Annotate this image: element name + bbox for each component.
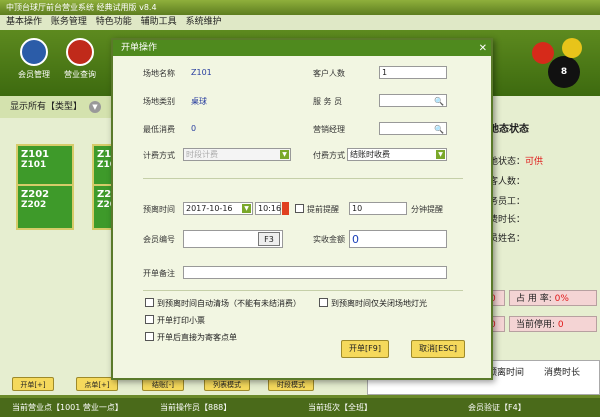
waiter-input[interactable]: 🔍 [379, 94, 447, 107]
menu-bar: 基本操作 账务管理 特色功能 辅助工具 系统维护 [0, 15, 600, 30]
print-ticket-checkbox[interactable] [145, 315, 154, 324]
right-panel: 地态状态 地状态：可供 客人数： 务员工： 费时长： 员姓名： 0 占 用 率:… [489, 96, 600, 373]
guests-input[interactable]: 1 [379, 66, 447, 79]
guests-row: 客人数： [489, 177, 526, 187]
min-spend-label: 最低消费 [143, 125, 175, 134]
status-shift: 当前班次【全班】 [308, 403, 372, 412]
member-row: 员姓名： [489, 234, 526, 244]
member-management-label: 会员管理 [18, 70, 50, 79]
auto-clear-label: 到预离时间自动清场（不能有未结消费） [157, 299, 301, 308]
waiter-row: 务员工： [489, 197, 526, 207]
manager-input[interactable]: 🔍 [379, 122, 447, 135]
business-query-label: 营业查询 [64, 70, 96, 79]
payment-select[interactable]: 结账时收费 ▼ [347, 148, 447, 161]
table-tile[interactable]: Z202 Z202 [16, 184, 74, 230]
status-operator: 当前操作员【888】 [160, 403, 232, 412]
status-title: 地态状态 [489, 124, 529, 135]
status-bar: 当前营业点【1001 营业一点】 当前操作员【888】 当前班次【全班】 会员验… [0, 398, 600, 417]
remind-minutes-input[interactable]: 10 [349, 202, 407, 215]
waiter-label: 服 务 员 [313, 97, 343, 106]
venue-name-label: 场地名称 [143, 69, 175, 78]
left-panel: 显示所有【类型】 ▼ Z101 Z101 Z102 Z10 Z202 Z202 … [0, 96, 125, 373]
grid-header-leave-time[interactable]: 预离时间 [488, 365, 524, 378]
close-icon[interactable]: ✕ [479, 41, 487, 57]
leave-date-picker[interactable]: 2017-10-16 ▼ [183, 202, 253, 215]
min-spend-value: 0 [191, 124, 197, 133]
status-business-point: 当前营业点【1001 营业一点】 [12, 403, 123, 412]
duration-row: 费时长： [489, 215, 526, 225]
guests-label: 客户人数 [313, 69, 345, 78]
open-table-dialog: 开单操作 ✕ 场地名称 Z101 客户人数 1 场地类别 桌球 服 务 员 🔍 … [111, 38, 493, 380]
billiard-balls-logo: 8 [526, 36, 588, 90]
billing-label: 计费方式 [143, 151, 175, 160]
menu-accounts[interactable]: 账务管理 [51, 17, 87, 27]
search-icon[interactable]: 🔍 [434, 124, 444, 136]
type-filter[interactable]: 显示所有【类型】 ▼ [0, 96, 116, 118]
window-title: 中顶台球厅前台营业系统 经典试用版 v8.4 [0, 0, 600, 15]
time-spinner[interactable] [282, 202, 289, 215]
order-after-checkbox[interactable] [145, 332, 154, 341]
query-icon [66, 38, 94, 66]
print-ticket-label: 开单打印小票 [157, 316, 205, 325]
table-name: Z101 [21, 160, 47, 170]
member-icon [20, 38, 48, 66]
grid-header-duration[interactable]: 消费时长 [544, 365, 580, 378]
note-input[interactable] [183, 266, 447, 279]
table-code: Z202 [21, 189, 50, 200]
leave-time-input[interactable]: 10:16 [255, 202, 281, 215]
menu-features[interactable]: 特色功能 [96, 17, 132, 27]
currently-disabled: 当前停用: 0 [509, 316, 597, 332]
chevron-down-icon: ▼ [436, 150, 445, 159]
member-key-hint: F3 [258, 232, 280, 246]
status-value: 可供 [525, 157, 544, 167]
open-table-button[interactable]: 开单[+] [12, 377, 54, 391]
remind-checkbox[interactable] [295, 204, 304, 213]
manager-label: 营销经理 [313, 125, 345, 134]
table-name: Z202 [21, 200, 47, 210]
lights-off-label: 到预离时间仅关闭场地灯光 [331, 299, 427, 308]
dialog-title-bar: 开单操作 ✕ [113, 40, 491, 56]
venue-name-value: Z101 [191, 68, 212, 77]
table-code: Z101 [21, 149, 50, 160]
status-row: 地状态：可供 [489, 157, 544, 167]
payment-label: 付费方式 [313, 151, 345, 160]
chevron-down-icon[interactable]: ▼ [88, 101, 101, 113]
member-id-input[interactable]: F3 [183, 230, 283, 248]
venue-type-label: 场地类别 [143, 97, 175, 106]
status-member-verify: 会员验证【F4】 [468, 403, 526, 412]
divider [143, 178, 463, 179]
divider [143, 290, 463, 291]
menu-maintenance[interactable]: 系统维护 [186, 17, 222, 27]
member-management-button[interactable]: 会员管理 [12, 38, 56, 80]
menu-tools[interactable]: 辅助工具 [141, 17, 177, 27]
auto-clear-checkbox[interactable] [145, 298, 154, 307]
type-filter-label: 显示所有【类型】 [10, 102, 83, 112]
dialog-title: 开单操作 [121, 43, 158, 53]
order-after-label: 开单后直接为寄客点单 [157, 333, 237, 342]
menu-basic[interactable]: 基本操作 [6, 17, 42, 27]
amount-received-label: 实收金额 [313, 235, 345, 244]
remind-unit-label: 分钟提醒 [411, 205, 443, 214]
cancel-button[interactable]: 取消[ESC] [411, 340, 465, 358]
amount-received-input[interactable]: 0 [349, 230, 447, 248]
lights-off-checkbox[interactable] [319, 298, 328, 307]
business-query-button[interactable]: 营业查询 [58, 38, 102, 80]
chevron-down-icon: ▼ [242, 204, 251, 213]
remind-label: 提前提醒 [307, 205, 339, 214]
open-table-ok-button[interactable]: 开单[F9] [341, 340, 389, 358]
member-id-label: 会员编号 [143, 235, 175, 244]
occupancy-rate: 占 用 率: 0% [509, 290, 597, 306]
note-label: 开单备注 [143, 269, 175, 278]
chevron-down-icon: ▼ [280, 150, 289, 159]
search-icon[interactable]: 🔍 [434, 96, 444, 108]
venue-type-value: 桌球 [191, 97, 207, 106]
leave-time-label: 预离时间 [143, 205, 175, 214]
billing-select[interactable]: 时段计费 ▼ [183, 148, 291, 161]
